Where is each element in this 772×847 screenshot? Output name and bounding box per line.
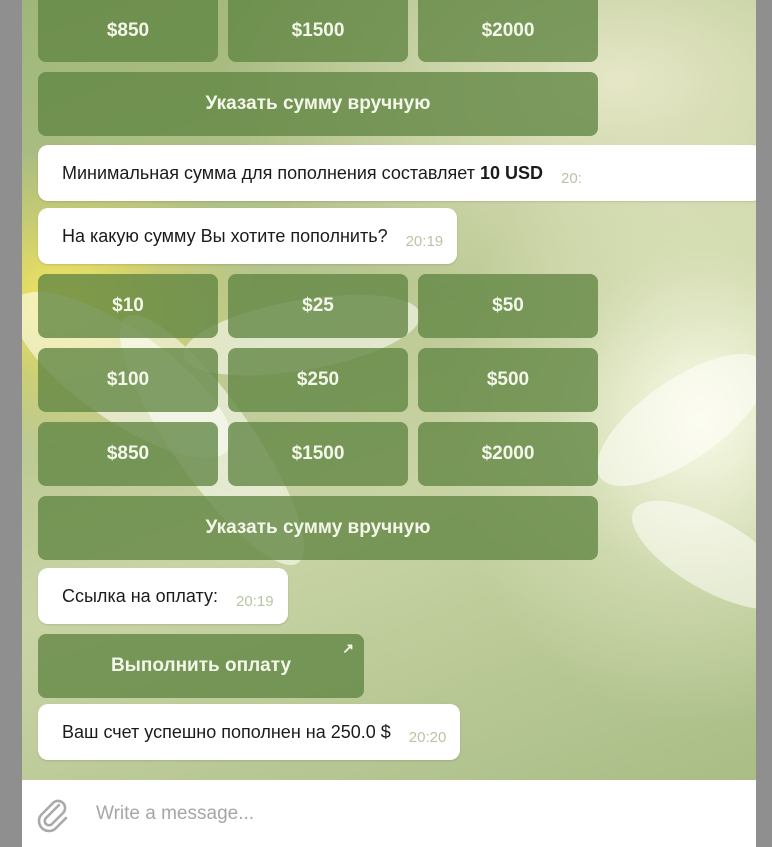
amount-button-250[interactable]: $250 — [228, 348, 408, 412]
message-min-amount: Минимальная сумма для пополнения составл… — [38, 145, 756, 201]
manual-amount-button-top[interactable]: Указать сумму вручную — [38, 72, 598, 136]
keyboard-row-2: $100 $250 $500 — [38, 348, 598, 412]
amount-button-500[interactable]: $500 — [418, 348, 598, 412]
message-payment-link: Ссылка на оплату: 20:19 — [38, 568, 288, 624]
message-time: 20: — [561, 169, 582, 187]
keyboard-manual-row: Указать сумму вручную — [38, 496, 598, 560]
message-text: Ссылка на оплату: — [62, 585, 218, 606]
amount-button-1500[interactable]: $1500 — [228, 422, 408, 486]
chat-area[interactable]: $850 $1500 $2000 Указать сумму вручную М… — [22, 0, 756, 780]
external-link-icon: ↗ — [342, 640, 354, 656]
message-text: Ваш счет успешно пополнен на 250.0 $ — [62, 721, 391, 742]
amount-button-2000-top[interactable]: $2000 — [418, 0, 598, 62]
pay-button-row: Выполнить оплату ↗ — [38, 634, 364, 698]
message-time: 20:19 — [236, 592, 274, 610]
amount-button-1500-top[interactable]: $1500 — [228, 0, 408, 62]
amount-button-100[interactable]: $100 — [38, 348, 218, 412]
message-question: На какую сумму Вы хотите пополнить? 20:1… — [38, 208, 458, 264]
keyboard-top-manual-row: Указать сумму вручную — [38, 72, 598, 136]
keyboard-top-row-3: $850 $1500 $2000 — [38, 0, 598, 62]
message-composer — [22, 780, 756, 847]
keyboard-row-3: $850 $1500 $2000 — [38, 422, 598, 486]
pay-button[interactable]: Выполнить оплату ↗ — [38, 634, 364, 698]
pay-button-label: Выполнить оплату — [110, 655, 292, 676]
message-text: Минимальная сумма для пополнения составл… — [62, 162, 475, 183]
message-success: Ваш счет успешно пополнен на 250.0 $ 20:… — [38, 704, 461, 760]
paperclip-icon[interactable] — [32, 794, 72, 834]
message-amount: 10 USD — [479, 162, 544, 183]
message-input[interactable] — [94, 801, 658, 826]
amount-button-10[interactable]: $10 — [38, 274, 218, 338]
amount-button-50[interactable]: $50 — [418, 274, 598, 338]
message-time: 20:19 — [405, 232, 444, 250]
keyboard-row-1: $10 $25 $50 — [38, 274, 598, 338]
message-text: На какую сумму Вы хотите пополнить? — [62, 225, 388, 246]
amount-button-25[interactable]: $25 — [228, 274, 408, 338]
manual-amount-button[interactable]: Указать сумму вручную — [38, 496, 598, 560]
amount-button-850[interactable]: $850 — [38, 422, 218, 486]
amount-button-2000[interactable]: $2000 — [418, 422, 598, 486]
amount-button-850-top[interactable]: $850 — [38, 0, 218, 62]
background-petal — [616, 479, 756, 631]
message-time: 20:20 — [408, 728, 447, 746]
background-petal — [577, 329, 756, 511]
